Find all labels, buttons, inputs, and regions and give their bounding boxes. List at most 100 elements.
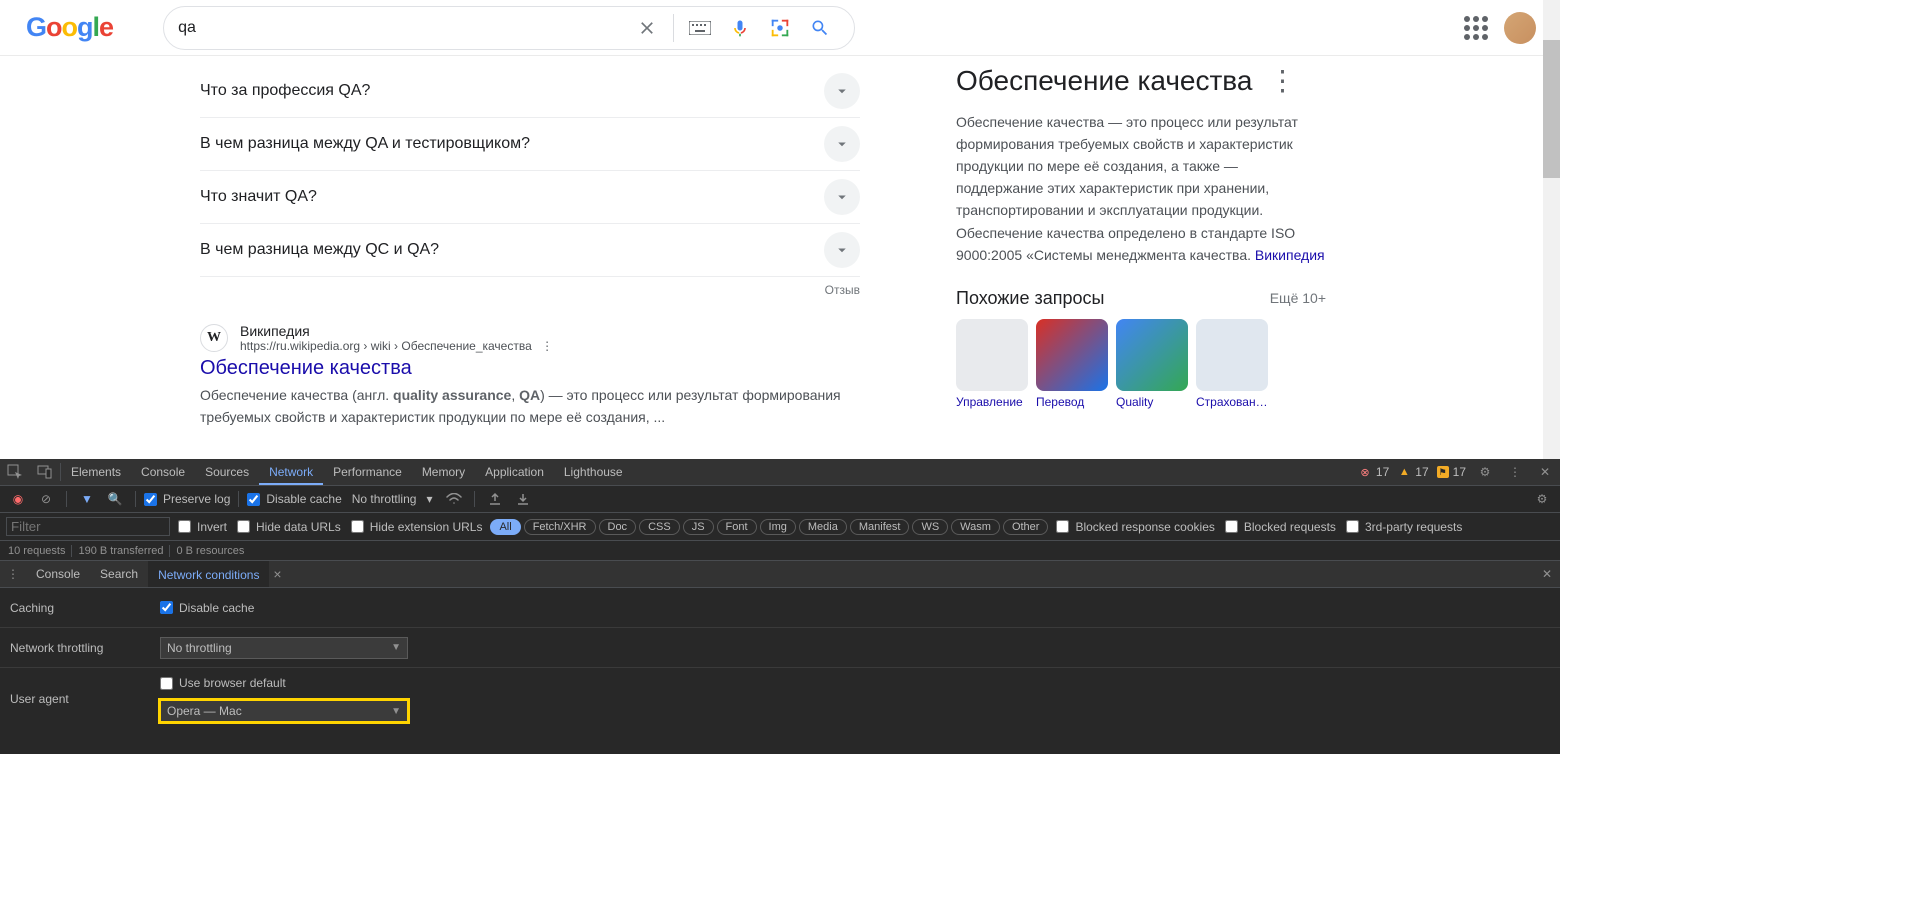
device-toggle-icon[interactable] <box>30 459 60 485</box>
record-icon[interactable]: ◉ <box>6 487 30 511</box>
more-menu-icon[interactable]: ⋮ <box>1500 459 1530 485</box>
issues-count[interactable]: ⚑17 <box>1433 459 1470 485</box>
results-column: Что за профессия QA? В чем разница между … <box>200 64 860 459</box>
mic-icon[interactable] <box>720 18 760 38</box>
paa-question-text: Что за профессия QA? <box>200 82 370 100</box>
upload-har-icon[interactable] <box>483 487 507 511</box>
clear-icon[interactable]: ⊘ <box>34 487 58 511</box>
preserve-log-checkbox[interactable]: Preserve log <box>144 492 230 506</box>
devtools-tab-sources[interactable]: Sources <box>195 459 259 485</box>
filter-chip[interactable]: Img <box>760 519 796 535</box>
devtools-tab-memory[interactable]: Memory <box>412 459 475 485</box>
drawer-menu-icon[interactable]: ⋮ <box>0 561 26 587</box>
network-settings-icon[interactable]: ⚙ <box>1530 487 1554 511</box>
devtools-tab-lighthouse[interactable]: Lighthouse <box>554 459 633 485</box>
warnings-count[interactable]: ▲17 <box>1393 459 1432 485</box>
lens-icon[interactable] <box>760 17 800 39</box>
devtools-tab-bar: ElementsConsoleSourcesNetworkPerformance… <box>0 459 1560 486</box>
throttling-select[interactable]: No throttling ▾ <box>346 492 439 506</box>
result-title-link[interactable]: Обеспечение качества <box>200 357 860 380</box>
filter-chip[interactable]: Other <box>1003 519 1049 535</box>
filter-chip[interactable]: Font <box>717 519 757 535</box>
status-text: 190 B transferred <box>78 545 163 557</box>
status-text: 10 requests <box>8 545 65 557</box>
filter-checkbox[interactable]: Blocked requests <box>1225 520 1336 534</box>
wifi-icon[interactable] <box>442 487 466 511</box>
nc-disable-cache-checkbox[interactable]: Disable cache <box>160 601 254 615</box>
filter-checkbox[interactable]: Blocked response cookies <box>1056 520 1214 534</box>
paa-question[interactable]: Что за профессия QA? <box>200 64 860 117</box>
devtools-tab-console[interactable]: Console <box>131 459 195 485</box>
close-drawer-icon[interactable]: ✕ <box>1534 561 1560 587</box>
related-thumb[interactable]: Перевод <box>1036 319 1108 409</box>
filter-checkbox[interactable]: Hide data URLs <box>237 520 341 534</box>
drawer-tab[interactable]: Console <box>26 561 90 587</box>
filter-chip[interactable]: Doc <box>599 519 637 535</box>
disable-cache-checkbox[interactable]: Disable cache <box>247 492 341 506</box>
related-thumb[interactable]: Quality <box>1116 319 1188 409</box>
devtools-tab-performance[interactable]: Performance <box>323 459 412 485</box>
result-menu-icon[interactable]: ⋮ <box>535 339 559 353</box>
devtools-tab-elements[interactable]: Elements <box>61 459 131 485</box>
google-page: Google Что за профессия QA? В чем разница… <box>0 0 1560 459</box>
filter-chip[interactable]: All <box>490 519 520 535</box>
drawer-tab[interactable]: Search <box>90 561 148 587</box>
filter-input[interactable] <box>6 517 170 536</box>
user-agent-label: User agent <box>10 692 160 706</box>
search-network-icon[interactable]: 🔍 <box>103 487 127 511</box>
filter-checkbox[interactable]: 3rd-party requests <box>1346 520 1462 534</box>
related-thumb[interactable]: Управление <box>956 319 1028 409</box>
result-snippet: Обеспечение качества (англ. quality assu… <box>200 384 860 428</box>
chevron-down-icon <box>824 232 860 268</box>
inspect-icon[interactable] <box>0 459 30 485</box>
drawer-tab[interactable]: Network conditions <box>148 561 269 587</box>
paa-question[interactable]: В чем разница между QA и тестировщиком? <box>200 117 860 170</box>
paa-question[interactable]: В чем разница между QC и QA? <box>200 223 860 276</box>
filter-chip[interactable]: Manifest <box>850 519 910 535</box>
related-thumb[interactable]: Страхование <box>1196 319 1268 409</box>
search-icon[interactable] <box>800 18 840 38</box>
filter-checkbox[interactable]: Hide extension URLs <box>351 520 483 534</box>
apps-icon[interactable] <box>1464 16 1488 40</box>
nc-user-agent-select[interactable]: Opera — Mac▼ <box>160 700 408 722</box>
throttling-label: Network throttling <box>10 641 160 655</box>
network-toolbar: ◉ ⊘ ▼ 🔍 Preserve log Disable cache No th… <box>0 486 1560 513</box>
filter-chip[interactable]: Media <box>799 519 847 535</box>
search-input[interactable] <box>178 19 627 37</box>
nc-browser-default-checkbox[interactable]: Use browser default <box>160 676 286 690</box>
filter-checkbox[interactable]: Invert <box>178 520 227 534</box>
devtools-tab-application[interactable]: Application <box>475 459 554 485</box>
filter-chip[interactable]: Wasm <box>951 519 1000 535</box>
related-thumb-label: Страхование <box>1196 395 1268 409</box>
network-conditions-panel: Caching Disable cache Network throttling… <box>0 588 1560 754</box>
avatar[interactable] <box>1504 12 1536 44</box>
devtools-panel: ElementsConsoleSourcesNetworkPerformance… <box>0 459 1560 754</box>
paa-question[interactable]: Что значит QA? <box>200 170 860 223</box>
kp-source-link[interactable]: Википедия <box>1255 247 1325 263</box>
download-har-icon[interactable] <box>511 487 535 511</box>
page-scrollbar[interactable] <box>1543 0 1560 459</box>
clear-icon[interactable] <box>627 18 667 38</box>
kp-related-heading: Похожие запросы <box>956 288 1104 309</box>
result-site-name: Википедия <box>240 323 559 339</box>
filter-chip[interactable]: JS <box>683 519 714 535</box>
nc-throttling-select[interactable]: No throttling▼ <box>160 637 408 659</box>
google-logo[interactable]: Google <box>26 12 113 43</box>
kp-menu-icon[interactable]: ⋮ <box>1262 64 1302 97</box>
kp-more-link[interactable]: Ещё 10+ <box>1270 290 1326 306</box>
close-devtools-icon[interactable]: ✕ <box>1530 459 1560 485</box>
close-drawer-tab-icon[interactable]: × <box>269 561 285 587</box>
filter-chip[interactable]: CSS <box>639 519 680 535</box>
filter-chip[interactable]: Fetch/XHR <box>524 519 596 535</box>
paa-feedback-link[interactable]: Отзыв <box>825 283 860 297</box>
paa-question-text: В чем разница между QC и QA? <box>200 241 439 259</box>
keyboard-icon[interactable] <box>680 21 720 35</box>
settings-icon[interactable]: ⚙ <box>1470 459 1500 485</box>
filter-toggle-icon[interactable]: ▼ <box>75 487 99 511</box>
filter-chip[interactable]: WS <box>912 519 948 535</box>
search-bar[interactable] <box>163 6 855 50</box>
chevron-down-icon <box>824 179 860 215</box>
devtools-tab-network[interactable]: Network <box>259 459 323 485</box>
paa-question-text: В чем разница между QA и тестировщиком? <box>200 135 530 153</box>
errors-count[interactable]: ⊗17 <box>1354 459 1393 485</box>
